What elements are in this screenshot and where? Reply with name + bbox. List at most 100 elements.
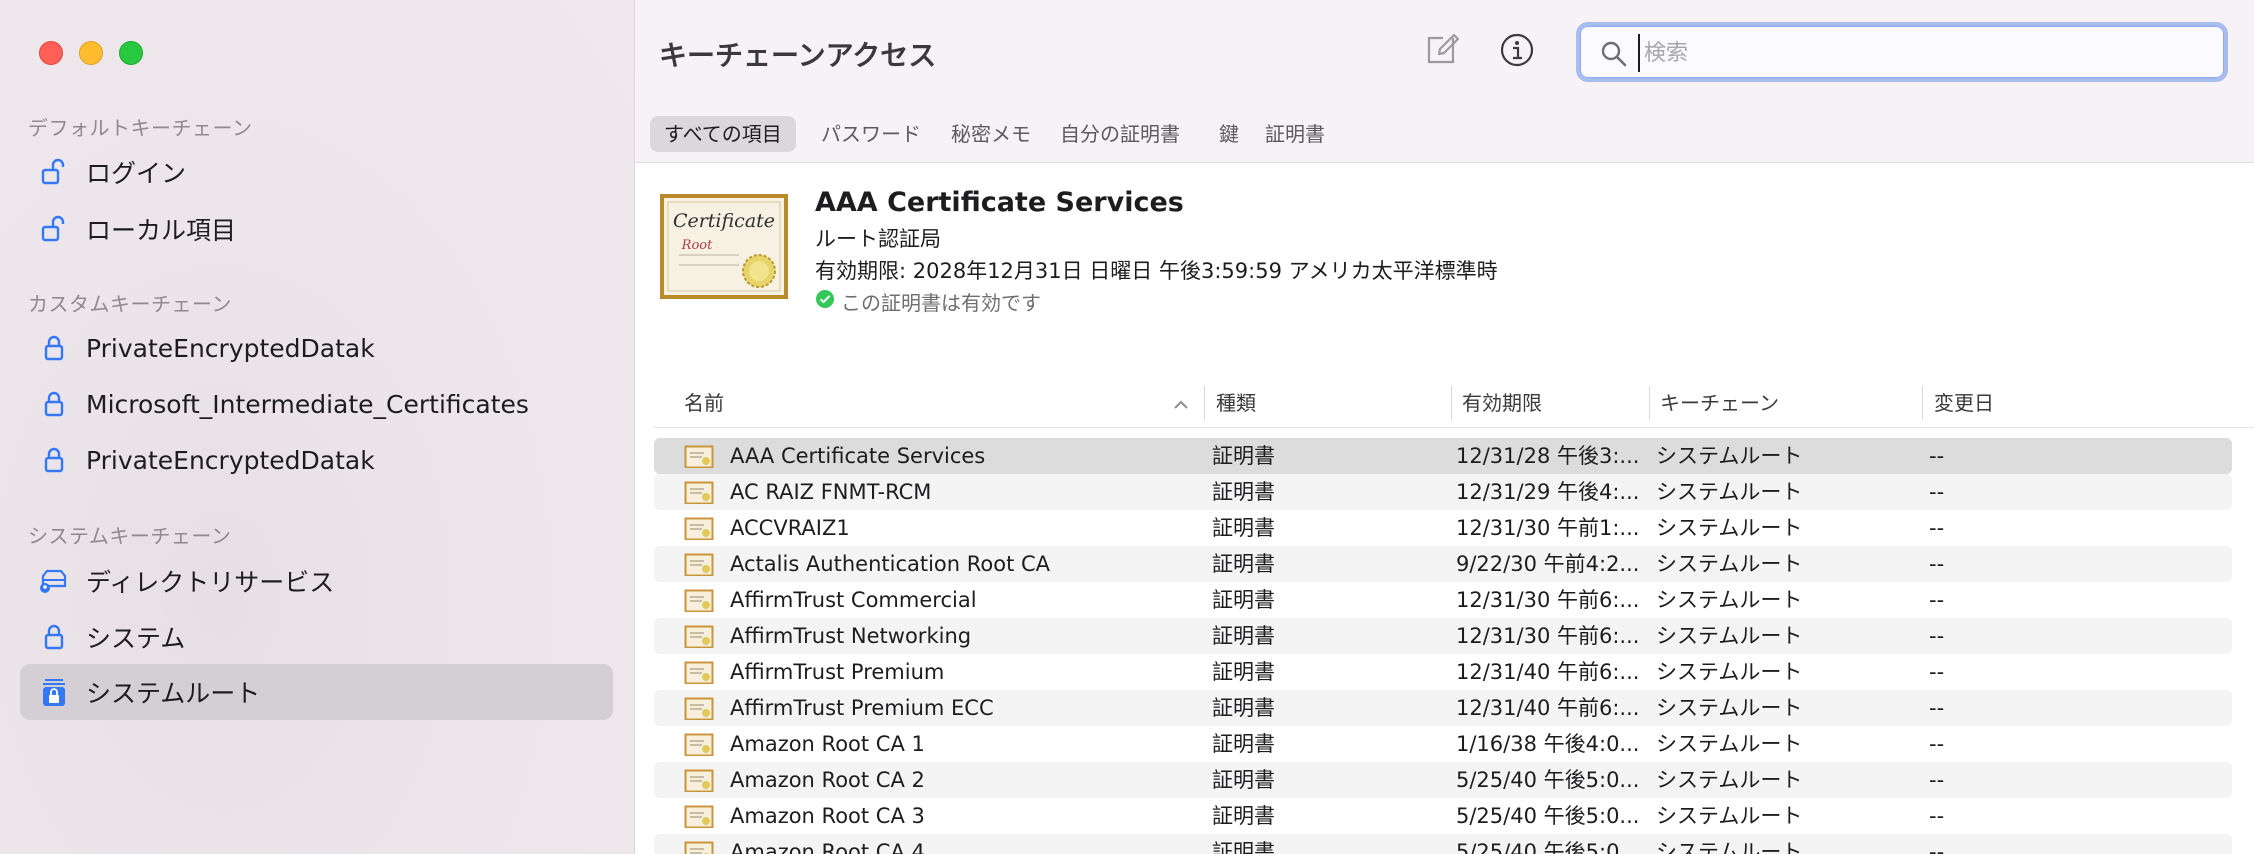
cell-modified: --: [1929, 660, 1945, 684]
table-row[interactable]: Actalis Authentication Root CA 証明書 9/22/30…: [654, 546, 2232, 582]
tab-secure-notes[interactable]: 秘密メモ: [937, 116, 1045, 152]
table-row[interactable]: AAA Certificate Services 証明書 12/31/28 午後3:…: [654, 438, 2232, 474]
sidebar-item-microsoft-intermediate[interactable]: Microsoft_Intermediate_Certificates: [20, 376, 613, 432]
sidebar-item-private-encrypted-2[interactable]: PrivateEncryptedDatak: [20, 432, 613, 488]
table-row[interactable]: Amazon Root CA 3 証明書 5/25/40 午後5:0... システムル…: [654, 798, 2232, 834]
sidebar-item-system[interactable]: システム: [20, 609, 613, 665]
cell-keychain: システムルート: [1656, 660, 1803, 684]
cell-expires: 12/31/40 午前6:...: [1456, 660, 1640, 684]
tab-passwords[interactable]: パスワード: [807, 116, 935, 152]
cell-keychain: システムルート: [1656, 696, 1803, 720]
search-field[interactable]: [1576, 22, 2228, 82]
column-separator[interactable]: [1451, 386, 1452, 420]
sidebar-item-label: ローカル項目: [86, 216, 237, 245]
detail-status: この証明書は有効です: [815, 287, 1041, 316]
cell-modified: --: [1929, 732, 1945, 756]
cell-modified: --: [1929, 840, 1945, 854]
compose-icon: [1425, 32, 1461, 72]
cell-keychain: システムルート: [1656, 624, 1803, 648]
zoom-button[interactable]: [119, 41, 143, 65]
section-title-system-keychains: システムキーチェーン: [28, 524, 232, 548]
traffic-lights: [39, 41, 143, 65]
table-row[interactable]: AffirmTrust Premium ECC 証明書 12/31/40 午前6:.…: [654, 690, 2232, 726]
table-row[interactable]: ACCVRAIZ1 証明書 12/31/30 午前1:... システムルート --: [654, 510, 2232, 546]
table-row[interactable]: AffirmTrust Networking 証明書 12/31/30 午前6:..…: [654, 618, 2232, 654]
tab-all-items[interactable]: すべての項目: [650, 116, 796, 152]
cell-keychain: システムルート: [1656, 444, 1803, 468]
tab-certificates[interactable]: 証明書: [1251, 116, 1339, 152]
cell-type: 証明書: [1212, 444, 1275, 468]
toolbar: キーチェーンアクセス: [635, 0, 2254, 108]
tab-keys[interactable]: 鍵: [1205, 116, 1253, 152]
sidebar-item-label: PrivateEncryptedDatak: [86, 445, 375, 475]
section-title-custom-keychains: カスタムキーチェーン: [28, 292, 232, 316]
certificate-icon: [684, 588, 714, 612]
cell-expires: 12/31/30 午前1:...: [1456, 516, 1640, 540]
cell-name: ACCVRAIZ1: [730, 516, 850, 540]
certificate-icon: [684, 516, 714, 540]
cell-keychain: システムルート: [1656, 840, 1803, 854]
table-row[interactable]: AffirmTrust Commercial 証明書 12/31/30 午前6:..…: [654, 582, 2232, 618]
detail-expiry: 有効期限: 2028年12月31日 日曜日 午後3:59:59 アメリカ太平洋標…: [815, 259, 1498, 283]
table-header: 名前 種類 有効期限 キーチェーン 変更日: [654, 378, 2254, 428]
column-header-modified[interactable]: 変更日: [1934, 378, 1994, 428]
table-row[interactable]: AC RAIZ FNMT-RCM 証明書 12/31/29 午後4:... システムル…: [654, 474, 2232, 510]
sidebar: デフォルトキーチェーン ログイン ローカル項目 カスタムキーチェーン Priva…: [0, 0, 635, 854]
sidebar-item-label: Microsoft_Intermediate_Certificates: [86, 389, 529, 419]
certificate-icon: [684, 804, 714, 828]
cell-keychain: システムルート: [1656, 552, 1803, 576]
detail-title: AAA Certificate Services: [815, 187, 1184, 218]
cell-name: Amazon Root CA 1: [730, 732, 925, 756]
sort-ascending-icon[interactable]: [1172, 378, 1190, 428]
tab-my-certificates[interactable]: 自分の証明書: [1046, 116, 1194, 152]
column-header-type[interactable]: 種類: [1216, 378, 1256, 428]
cell-type: 証明書: [1212, 516, 1275, 540]
minimize-button[interactable]: [79, 41, 103, 65]
cell-keychain: システムルート: [1656, 588, 1803, 612]
sidebar-item-local-items[interactable]: ローカル項目: [20, 201, 613, 257]
table-row[interactable]: Amazon Root CA 4 証明書 5/25/40 午後5:0... システムル…: [654, 834, 2232, 854]
sidebar-item-label: システムルート: [86, 679, 261, 708]
cell-type: 証明書: [1212, 624, 1275, 648]
sidebar-item-login[interactable]: ログイン: [20, 144, 613, 200]
cell-modified: --: [1929, 804, 1945, 828]
cell-expires: 12/31/29 午後4:...: [1456, 480, 1640, 504]
cert-image-text: Certificate: [673, 210, 775, 232]
section-title-default-keychains: デフォルトキーチェーン: [28, 116, 253, 140]
main-pane: キーチェーンアクセス すべての項目 パスワード 秘密メモ: [635, 0, 2254, 854]
compose-button[interactable]: [1421, 30, 1465, 74]
info-icon: [1499, 32, 1535, 72]
table-row[interactable]: Amazon Root CA 1 証明書 1/16/38 午後4:0... システムル…: [654, 726, 2232, 762]
cell-name: Actalis Authentication Root CA: [730, 552, 1051, 576]
cell-name: AffirmTrust Premium: [730, 660, 945, 684]
cell-type: 証明書: [1212, 588, 1275, 612]
sidebar-item-private-encrypted-1[interactable]: PrivateEncryptedDatak: [20, 320, 613, 376]
sidebar-item-directory-services[interactable]: ディレクトリサービス: [20, 553, 613, 609]
search-input[interactable]: [1638, 34, 2216, 72]
column-separator[interactable]: [1204, 386, 1205, 420]
cell-keychain: システムルート: [1656, 732, 1803, 756]
table-row[interactable]: Amazon Root CA 2 証明書 5/25/40 午後5:0... システムル…: [654, 762, 2232, 798]
cell-expires: 1/16/38 午後4:0...: [1456, 732, 1640, 756]
close-button[interactable]: [39, 41, 63, 65]
cell-modified: --: [1929, 624, 1945, 648]
cell-type: 証明書: [1212, 552, 1275, 576]
cell-expires: 5/25/40 午後5:0...: [1456, 804, 1640, 828]
certificate-icon: [684, 840, 714, 854]
column-header-name[interactable]: 名前: [684, 378, 724, 428]
column-separator[interactable]: [1922, 386, 1923, 420]
sidebar-item-system-roots[interactable]: システムルート: [20, 664, 613, 720]
certificate-icon: [684, 696, 714, 720]
column-header-keychain[interactable]: キーチェーン: [1660, 378, 1779, 428]
lock-icon: [34, 328, 74, 368]
column-separator[interactable]: [1649, 386, 1650, 420]
column-header-expires[interactable]: 有効期限: [1462, 378, 1542, 428]
info-button[interactable]: [1495, 30, 1539, 74]
cell-name: Amazon Root CA 4: [730, 840, 925, 854]
cell-modified: --: [1929, 588, 1945, 612]
table-row[interactable]: AffirmTrust Premium 証明書 12/31/40 午前6:... シス…: [654, 654, 2232, 690]
cell-modified: --: [1929, 696, 1945, 720]
cell-modified: --: [1929, 480, 1945, 504]
certificate-icon: [684, 480, 714, 504]
cell-expires: 12/31/30 午前6:...: [1456, 624, 1640, 648]
